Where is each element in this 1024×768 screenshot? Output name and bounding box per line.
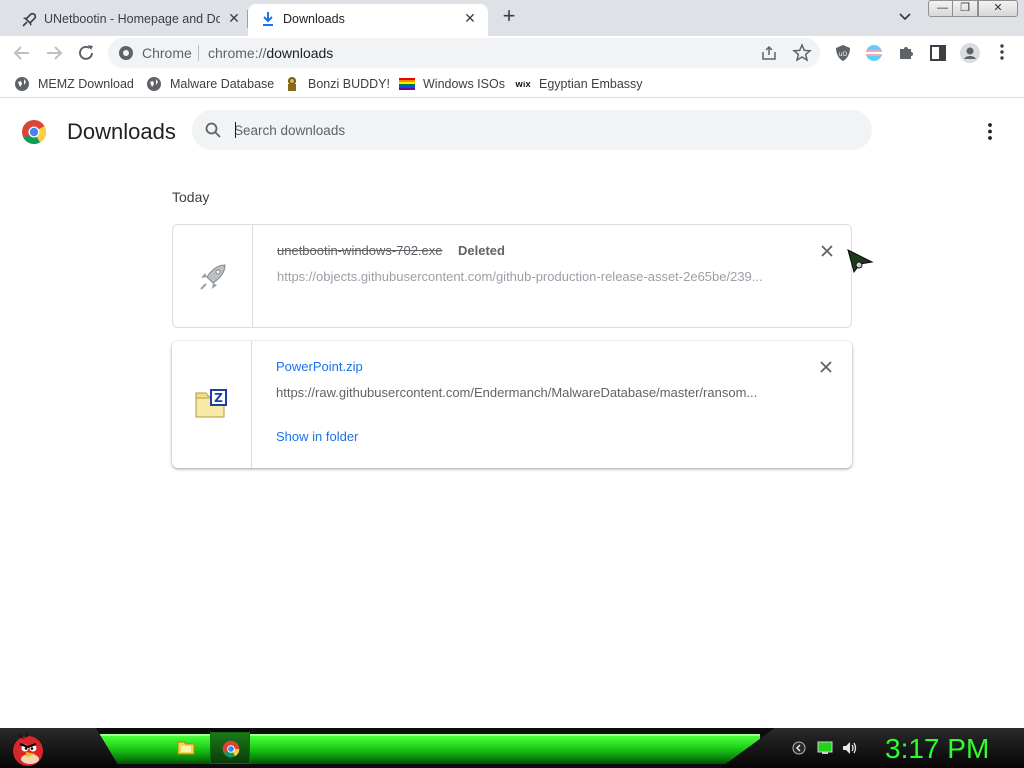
search-input[interactable] — [234, 118, 834, 142]
download-icon — [260, 10, 276, 31]
taskbar-chrome-button[interactable] — [210, 732, 250, 764]
download-icon-area — [173, 225, 253, 327]
omnibox-chip: Chrome — [142, 45, 192, 61]
profile-avatar-icon[interactable] — [959, 42, 981, 69]
download-status: Deleted — [458, 243, 505, 258]
download-item: Z PowerPoint.zip https://raw.githubuserc… — [172, 341, 852, 468]
search-icon — [204, 121, 222, 144]
bookmark-label: Egyptian Embassy — [539, 77, 643, 91]
mouse-cursor-icon — [846, 248, 876, 279]
bookmark-bonzi-buddy[interactable]: Bonzi BUDDY! — [284, 74, 390, 94]
download-filename[interactable]: unetbootin-windows-702.exe — [277, 243, 443, 258]
downloads-header: Downloads — [0, 102, 1024, 162]
remove-from-list-button[interactable] — [816, 357, 836, 377]
bookmark-label: Malware Database — [170, 77, 275, 91]
taskbar-clock[interactable]: 3:17 PM — [885, 733, 989, 765]
download-url[interactable]: https://objects.githubusercontent.com/gi… — [277, 269, 771, 284]
ublock-icon[interactable]: uO — [834, 44, 852, 67]
taskbar: 3:17 PM — [0, 728, 1024, 768]
tab-downloads[interactable]: Downloads ✕ — [248, 4, 488, 36]
back-button[interactable] — [10, 41, 34, 65]
chrome-icon — [222, 740, 240, 758]
side-panel-icon[interactable] — [929, 44, 947, 67]
network-icon[interactable] — [817, 741, 833, 760]
download-filename[interactable]: PowerPoint.zip — [276, 359, 363, 374]
page-title: Downloads — [67, 119, 176, 144]
svg-text:uO: uO — [839, 51, 848, 58]
bookmark-memz-download[interactable]: MEMZ Download — [14, 74, 134, 94]
url-text[interactable]: chrome://downloads — [208, 45, 333, 61]
svg-text:Z: Z — [214, 391, 223, 405]
url-host: downloads — [266, 45, 334, 61]
bookmarks-bar: MEMZ Download Malware Database Bonzi BUD… — [0, 70, 1024, 98]
text-caret — [235, 122, 236, 138]
close-icon — [820, 361, 832, 373]
share-icon[interactable] — [760, 44, 778, 67]
angry-bird-icon — [13, 732, 43, 766]
bookmark-label: MEMZ Download — [38, 77, 134, 91]
taskbar-explorer-button[interactable] — [177, 738, 195, 761]
tab-title: Downloads — [283, 12, 345, 26]
forward-button[interactable] — [42, 41, 66, 65]
rainbow-flag-icon — [399, 76, 415, 92]
more-actions-icon[interactable] — [978, 120, 1002, 144]
volume-icon[interactable] — [841, 740, 857, 761]
trans-flag-extension-icon[interactable] — [865, 44, 883, 67]
zip-folder-icon: Z — [195, 389, 227, 418]
svg-text:WiX: WiX — [515, 81, 531, 89]
bonzi-icon — [284, 76, 300, 92]
reload-button[interactable] — [74, 41, 98, 65]
download-url[interactable]: https://raw.githubusercontent.com/Enderm… — [276, 385, 770, 400]
wix-icon: WiX — [515, 76, 531, 92]
close-icon[interactable]: ✕ — [226, 10, 242, 26]
tab-unetbootin[interactable]: UNetbootin - Homepage and Do ✕ — [8, 4, 246, 36]
url-scheme: chrome:// — [208, 45, 267, 61]
close-icon — [821, 245, 833, 257]
bookmark-label: Bonzi BUDDY! — [308, 77, 390, 91]
folder-icon — [177, 741, 195, 755]
chrome-menu-icon[interactable] — [994, 43, 1010, 66]
download-item: unetbootin-windows-702.exe Deleted https… — [172, 224, 852, 328]
bookmark-star-icon[interactable] — [792, 43, 812, 68]
show-in-folder-link[interactable]: Show in folder — [276, 429, 358, 444]
globe-icon — [146, 76, 162, 92]
new-tab-button[interactable]: + — [498, 5, 520, 28]
extensions-puzzle-icon[interactable] — [897, 44, 915, 67]
address-bar[interactable]: Chrome chrome://downloads — [108, 38, 820, 68]
tab-strip: UNetbootin - Homepage and Do ✕ Downloads… — [0, 0, 1024, 36]
tab-title: UNetbootin - Homepage and Do — [44, 12, 220, 26]
close-icon[interactable]: ✕ — [462, 10, 478, 26]
rocket-icon — [200, 264, 226, 290]
download-icon-area: Z — [172, 341, 252, 468]
restore-button[interactable]: ❐ — [952, 0, 978, 17]
bookmark-windows-isos[interactable]: Windows ISOs — [399, 74, 505, 94]
globe-icon — [14, 76, 30, 92]
rocket-icon — [20, 11, 38, 32]
bookmark-egyptian-embassy[interactable]: WiX Egyptian Embassy — [515, 74, 643, 94]
remove-from-list-button[interactable] — [817, 241, 837, 261]
bookmark-malware-database[interactable]: Malware Database — [146, 74, 274, 94]
tray-expand-icon[interactable] — [792, 741, 806, 760]
start-button[interactable] — [8, 729, 48, 768]
omnibox-divider — [198, 45, 199, 61]
bookmark-label: Windows ISOs — [423, 77, 505, 91]
chrome-site-icon — [118, 45, 134, 66]
chevron-down-icon[interactable] — [895, 8, 915, 26]
date-header: Today — [172, 189, 210, 205]
search-box[interactable] — [192, 110, 872, 150]
chrome-logo-icon — [21, 119, 47, 150]
window-close-button[interactable]: ✕ — [978, 0, 1018, 17]
toolbar: Chrome chrome://downloads uO — [0, 36, 1024, 70]
